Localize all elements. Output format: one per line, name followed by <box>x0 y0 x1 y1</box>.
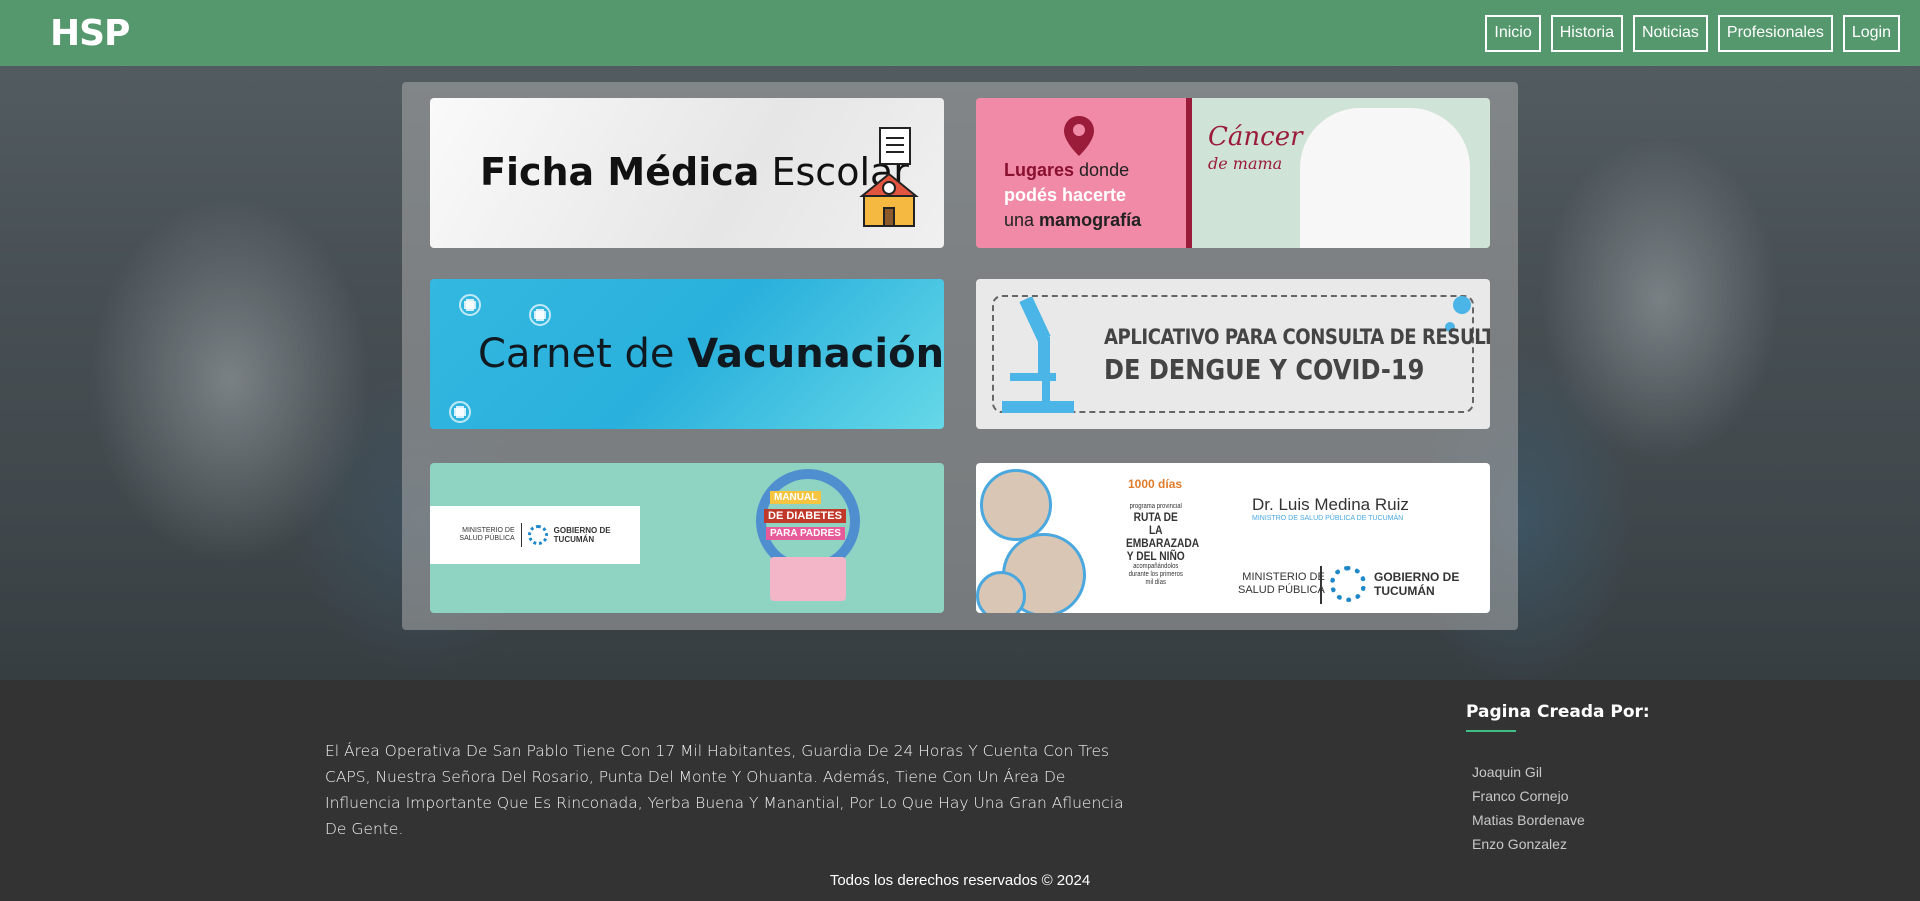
copyright: Todos los derechos reservados © 2024 <box>829 872 1091 889</box>
ficha-title: Ficha Médica Escolar <box>480 150 909 194</box>
gobierno-logo: GOBIERNO DE TUCUMÁN <box>1330 566 1459 602</box>
credits-list: Joaquin Gil Franco Cornejo Matias Borden… <box>1472 760 1585 856</box>
school-icon <box>858 124 920 233</box>
cancer-de-mama-logo: Cáncer de mama <box>1208 122 1303 173</box>
location-pin-icon <box>1064 116 1094 161</box>
credit-item: Joaquin Gil <box>1472 764 1543 780</box>
credits-title: Pagina Creada Por: <box>1466 702 1650 722</box>
site-logo[interactable]: HSP <box>50 13 130 54</box>
credit-item: Matias Bordenave <box>1472 812 1585 828</box>
dengue-line2: DE DENGUE Y COVID-19 <box>1104 353 1425 386</box>
dengue-line1: APLICATIVO PARA CONSULTA DE RESULTADO <box>1104 325 1490 349</box>
banner-mamografia[interactable]: Lugares donde podés hacerte una mamograf… <box>976 98 1490 248</box>
woman-photo <box>1300 108 1470 248</box>
nav-links: Inicio Historia Noticias Profesionales L… <box>1485 14 1900 52</box>
mamografia-text: Lugares donde podés hacerte una mamograf… <box>1004 160 1142 230</box>
infant-photo <box>976 571 1026 613</box>
credit-item: Enzo Gonzalez <box>1472 836 1567 852</box>
sun-icon <box>1330 566 1366 602</box>
book-icon <box>770 557 846 601</box>
banner-ficha-medica-escolar[interactable]: Ficha Médica Escolar <box>430 98 944 248</box>
footer: El Área Operativa De San Pablo Tiene Con… <box>0 680 1920 901</box>
nav-noticias[interactable]: Noticias <box>1632 14 1708 52</box>
banner-panel: Ficha Médica Escolar Lugares donde podés… <box>402 82 1518 630</box>
banner-carnet-vacunacion[interactable]: Carnet de Vacunación <box>430 279 944 429</box>
ministerio-logo: MINISTERIO DE SALUD PÚBLICA GOBIERNO DE TU… <box>430 506 640 564</box>
nav-inicio[interactable]: Inicio <box>1485 14 1541 52</box>
navbar: HSP Inicio Historia Noticias Profesional… <box>0 0 1920 66</box>
banner-dengue-covid[interactable]: APLICATIVO PARA CONSULTA DE RESULTADO DE… <box>976 279 1490 429</box>
nav-historia[interactable]: Historia <box>1550 14 1623 52</box>
footer-about: El Área Operativa De San Pablo Tiene Con… <box>325 742 1124 838</box>
banner-ruta-embarazada[interactable]: 1000 días programa provincial RUTA DE LA… <box>976 463 1490 613</box>
microscope-icon <box>998 296 1078 420</box>
gobierno-sun-icon <box>527 525 548 545</box>
nav-profesionales[interactable]: Profesionales <box>1717 14 1833 52</box>
baby-photo <box>980 469 1052 541</box>
vacunacion-title: Carnet de Vacunación <box>478 331 944 377</box>
credits-divider <box>1466 730 1516 732</box>
banner-manual-diabetes[interactable]: MINISTERIO DE SALUD PÚBLICA GOBIERNO DE TU… <box>430 463 944 613</box>
credit-item: Franco Cornejo <box>1472 788 1569 804</box>
nav-login[interactable]: Login <box>1842 14 1900 52</box>
programa-text: programa provincial RUTA DE LA EMBARAZAD… <box>1126 503 1200 586</box>
